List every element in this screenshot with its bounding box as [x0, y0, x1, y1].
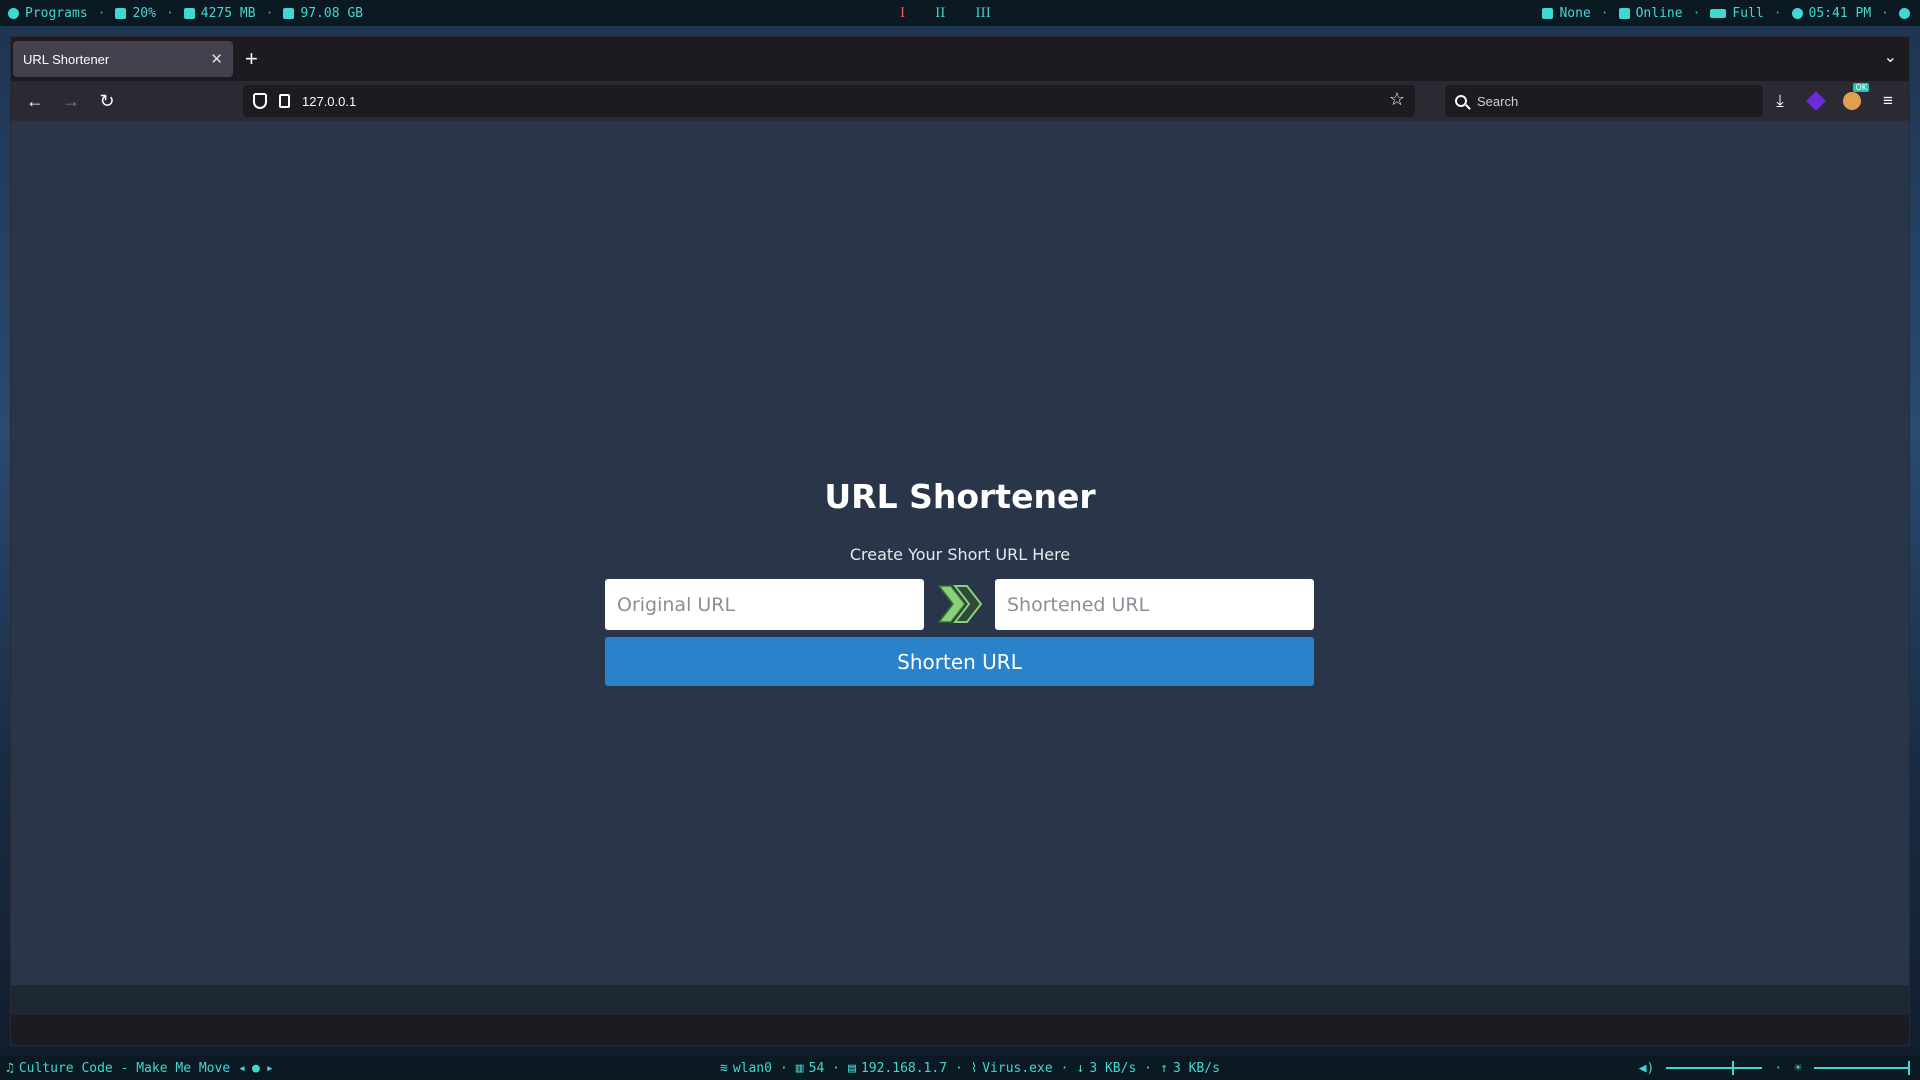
ip-address: 192.168.1.7: [860, 1060, 948, 1076]
volume-icon[interactable]: ◀): [1639, 1061, 1655, 1076]
programs-launcher[interactable]: Programs: [8, 6, 88, 21]
notification-icon: [1542, 7, 1554, 19]
close-tab-icon[interactable]: ✕: [210, 50, 223, 68]
page-info-icon[interactable]: [279, 94, 290, 108]
download-speed: 3 KB/s: [1089, 1060, 1137, 1076]
arch-icon: [8, 7, 19, 19]
play-icon[interactable]: ●: [252, 1061, 260, 1076]
cpu-indicator: 20%: [115, 5, 156, 21]
shortened-url-input[interactable]: [995, 579, 1314, 630]
volume-slider[interactable]: [1666, 1061, 1763, 1075]
programs-label: Programs: [25, 5, 88, 21]
reload-icon[interactable]: ↻: [89, 85, 125, 117]
extension-avatar-icon[interactable]: [1837, 83, 1869, 117]
memory-value: 4275 MB: [200, 5, 256, 21]
browser-window: URL Shortener ✕ + ⌄ ← → ↻ 127.0.0.1 ☆ Se…: [10, 36, 1910, 1046]
ip-icon: ▤: [848, 1060, 856, 1076]
process-name: Virus.exe: [982, 1060, 1053, 1076]
cpu-value: 20%: [132, 5, 156, 21]
battery-value: Full: [1732, 5, 1764, 21]
network-indicator[interactable]: Online: [1618, 5, 1683, 21]
search-bar[interactable]: Search: [1445, 85, 1763, 117]
clock[interactable]: 05:41 PM: [1791, 5, 1872, 21]
memory-indicator: 4275 MB: [183, 5, 256, 21]
now-playing: Culture Code - Make Me Move: [18, 1060, 231, 1076]
previous-track-icon[interactable]: ◂: [238, 1061, 246, 1076]
system-top-bar: Programs · 20% · 4275 MB · 97.08 GB I II…: [0, 0, 1920, 26]
wifi-icon: ≋: [720, 1060, 728, 1076]
back-arrow-icon[interactable]: ←: [17, 85, 53, 117]
workspace-switcher: I II III: [900, 0, 991, 26]
power-icon[interactable]: [1899, 7, 1910, 19]
music-note-icon: ♫: [6, 1060, 14, 1076]
brightness-slider-knob[interactable]: [1908, 1061, 1911, 1075]
interface-name: wlan0: [732, 1060, 772, 1076]
upload-speed-icon: ↑: [1160, 1060, 1168, 1076]
workspace-3[interactable]: III: [975, 6, 990, 21]
tracking-shield-icon[interactable]: [253, 93, 267, 109]
browser-status-strip: [11, 985, 1909, 1015]
music-player: ♫ Culture Code - Make Me Move ◂ ● ▸: [6, 1061, 274, 1076]
disk-value: 97.08 GB: [300, 5, 364, 21]
network-value: Online: [1635, 5, 1683, 21]
tab-title: URL Shortener: [23, 51, 110, 67]
workspace-2[interactable]: II: [935, 6, 945, 21]
forward-arrow-icon[interactable]: →: [53, 85, 89, 117]
list-tabs-chevron-icon[interactable]: ⌄: [1884, 47, 1897, 67]
next-track-icon[interactable]: ▸: [266, 1061, 274, 1076]
address-bar[interactable]: 127.0.0.1 ☆: [243, 85, 1415, 117]
signal-value: 54: [808, 1060, 825, 1076]
signal-icon: [1618, 7, 1630, 19]
extension-purple-icon[interactable]: [1801, 85, 1831, 117]
download-speed-icon: ↓: [1076, 1060, 1085, 1076]
page-title: URL Shortener: [824, 477, 1096, 516]
original-url-input[interactable]: [605, 579, 924, 630]
cpu-icon: [115, 7, 127, 19]
volume-slider-knob[interactable]: [1731, 1061, 1734, 1075]
page-content: URL Shortener Create Your Short URL Here…: [11, 121, 1909, 1015]
search-placeholder: Search: [1477, 93, 1519, 109]
disk-indicator: 97.08 GB: [283, 6, 363, 21]
brightness-icon[interactable]: ☀: [1794, 1061, 1802, 1076]
tab-strip: URL Shortener ✕ + ⌄: [11, 37, 1909, 81]
tab-url-shortener[interactable]: URL Shortener ✕: [13, 41, 233, 77]
signal-strength-icon: ▥: [795, 1060, 804, 1076]
notification-value: None: [1559, 5, 1591, 21]
search-icon: [1455, 95, 1467, 107]
upload-speed: 3 KB/s: [1172, 1060, 1220, 1076]
page-subtitle: Create Your Short URL Here: [849, 545, 1071, 564]
address-text[interactable]: 127.0.0.1: [302, 94, 356, 109]
navigation-bar: ← → ↻ 127.0.0.1 ☆ Search ⤓ ≡: [11, 81, 1909, 121]
new-tab-button[interactable]: +: [245, 48, 258, 70]
battery-icon: [1710, 8, 1727, 18]
battery-indicator: Full: [1710, 5, 1764, 21]
download-icon[interactable]: ⤓: [1765, 85, 1795, 117]
process-icon: ⌇: [970, 1060, 978, 1076]
system-bottom-bar: ♫ Culture Code - Make Me Move ◂ ● ▸ ≋ wl…: [0, 1056, 1920, 1080]
notification-indicator[interactable]: None: [1542, 5, 1591, 21]
workspace-1[interactable]: I: [900, 6, 905, 21]
clock-value: 05:41 PM: [1808, 5, 1872, 21]
disk-icon: [283, 7, 295, 19]
double-chevron-arrow-icon: [937, 585, 983, 623]
menu-hamburger-icon[interactable]: ≡: [1873, 85, 1903, 117]
brightness-slider[interactable]: [1814, 1061, 1911, 1075]
bookmark-star-icon[interactable]: ☆: [1389, 89, 1405, 110]
memory-icon: [183, 7, 195, 19]
shorten-url-button[interactable]: Shorten URL: [605, 637, 1314, 686]
clock-icon: [1791, 7, 1803, 19]
